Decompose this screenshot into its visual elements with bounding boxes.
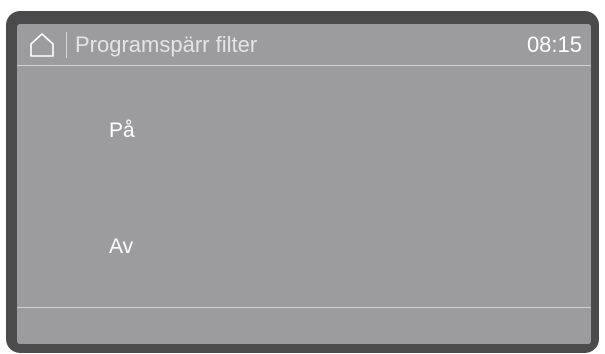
header-divider-line	[17, 65, 591, 66]
clock: 08:15	[526, 32, 582, 57]
header-divider	[66, 32, 67, 58]
display-screen: Programspärr filter 08:15 På Av	[17, 24, 591, 344]
footer-bar	[17, 308, 591, 344]
page-title: Programspärr filter	[75, 32, 258, 57]
option-on[interactable]: På	[109, 118, 135, 144]
option-off[interactable]: Av	[109, 234, 133, 260]
home-icon[interactable]	[29, 32, 55, 58]
header-bar: Programspärr filter 08:15	[17, 24, 591, 65]
